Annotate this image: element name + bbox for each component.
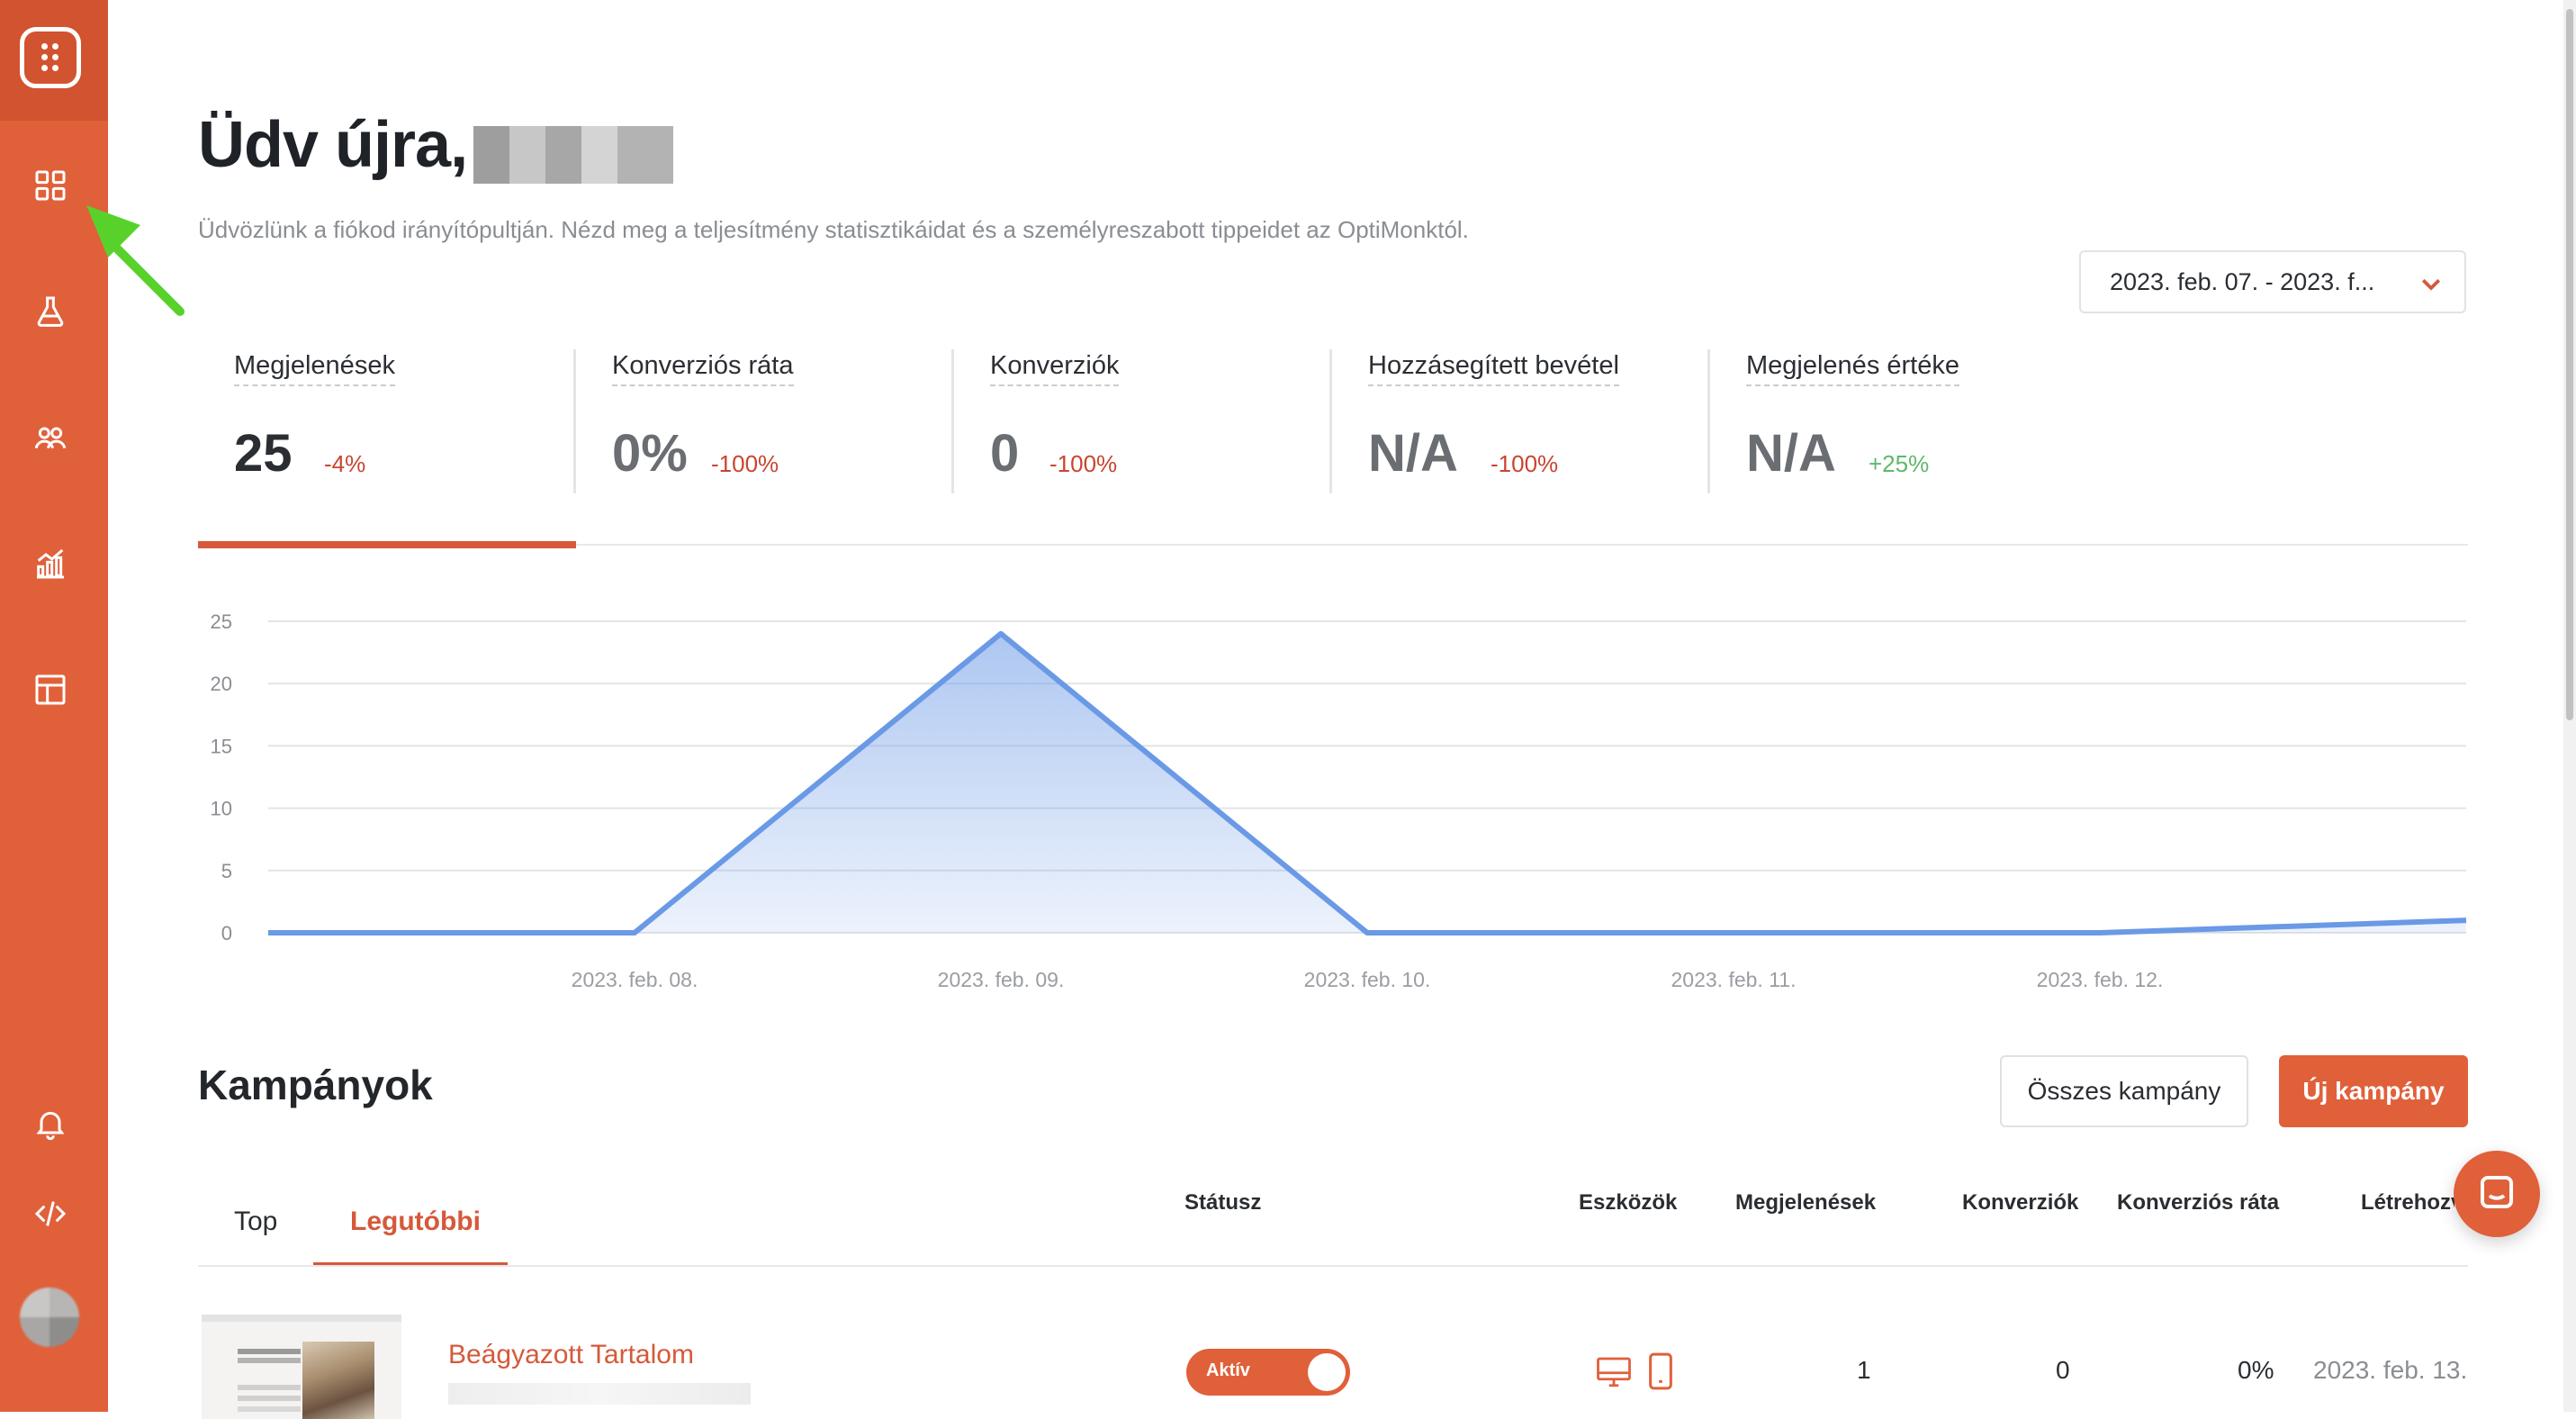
code-icon[interactable] [27,1190,74,1237]
stat-label: Megjelenések [234,351,395,386]
avatar[interactable] [20,1288,79,1347]
logo-area[interactable] [0,0,108,121]
chart-line [268,630,2467,935]
campaign-name-link[interactable]: Beágyazott Tartalom [448,1340,694,1370]
stat-value: N/A [1368,424,1458,483]
campaign-thumbnail[interactable] [202,1315,401,1419]
stat-delta: -100% [1049,450,1118,477]
chart-area [268,633,2466,933]
stat-conversions[interactable]: Konverziók 0 -100% [990,351,1120,495]
stat-delta: +25% [1869,450,1930,477]
column-conversion-rate[interactable]: Konverziós ráta [2117,1190,2279,1216]
stat-value: 0% [612,424,688,483]
device-icons [1595,1351,1676,1396]
y-tick-label: 5 [221,860,232,882]
date-range-value: 2023. feb. 07. - 2023. f... [2110,267,2375,295]
toggle-knob [1308,1353,1346,1391]
divider [573,349,576,493]
page-title: Üdv újra, [198,109,468,181]
column-devices[interactable]: Eszközök [1579,1190,1677,1216]
date-range-select[interactable]: 2023. feb. 07. - 2023. f... [2079,250,2466,313]
stat-label: Megjelenés értéke [1746,351,1959,386]
users-icon[interactable] [27,414,74,461]
column-impressions[interactable]: Megjelenések [1735,1190,1876,1216]
optimonk-logo [20,27,81,88]
blurred-username [473,126,673,184]
column-created[interactable]: Létrehozv [2361,1190,2454,1216]
page-scrollbar[interactable] [2563,0,2576,1412]
scrollbar-thumb[interactable] [2566,9,2573,720]
cell-conversions: 0 [2056,1356,2070,1384]
y-tick-label: 15 [211,735,232,757]
all-campaigns-button[interactable]: Összes kampány [2000,1055,2248,1127]
tab-top[interactable]: Top [234,1207,277,1237]
dashboard-icon[interactable] [27,162,74,209]
desktop-icon [1595,1351,1633,1396]
x-tick-label: 2023. feb. 11. [1671,968,1797,991]
y-tick-label: 10 [211,798,232,820]
stat-delta: -100% [711,450,779,477]
divider [1329,349,1332,493]
status-toggle[interactable]: Aktív [1186,1349,1350,1396]
y-tick-label: 20 [211,673,232,695]
page-subtitle: Üdvözlünk a fiókod irányítópultján. Nézd… [198,216,1469,243]
cell-conversion-rate: 0% [2238,1356,2274,1384]
impressions-chart: 0 5 10 15 20 25 2023. feb. 08. 2023. feb. 09. 2… [211,610,2467,991]
stat-value: N/A [1746,424,1836,483]
campaigns-title: Kampányok [198,1062,433,1108]
stat-value: 0 [990,424,1020,483]
x-tick-label: 2023. feb. 10. [1304,968,1431,991]
stats-tab-active-indicator [198,541,576,548]
annotation-arrow-icon [81,198,189,329]
analytics-icon[interactable] [27,540,74,587]
stat-impression-value[interactable]: Megjelenés értéke N/A +25% [1746,351,1959,495]
stat-conversion-rate[interactable]: Konverziós ráta 0% -100% [612,351,794,495]
stat-delta: -100% [1491,450,1559,477]
divider [951,349,954,493]
chat-icon [2475,1170,2518,1218]
new-campaign-button[interactable]: Új kampány [2279,1055,2468,1127]
layout-icon[interactable] [27,666,74,713]
stat-label: Konverziós ráta [612,351,794,386]
status-label: Aktív [1206,1360,1250,1380]
flask-icon[interactable] [27,288,74,335]
table-header-divider [198,1265,2468,1267]
y-tick-label: 25 [211,610,232,633]
mobile-icon [1645,1351,1676,1396]
bell-icon[interactable] [27,1100,74,1147]
chevron-down-icon [2418,270,2445,303]
stat-impressions[interactable]: Megjelenések 25 -4% [234,351,395,495]
column-status[interactable]: Státusz [1184,1190,1261,1216]
divider [1707,349,1710,493]
tab-recent[interactable]: Legutóbbi [350,1207,481,1237]
stat-value: 25 [234,424,293,483]
cell-impressions: 1 [1857,1356,1871,1384]
stat-label: Hozzásegített bevétel [1368,351,1619,386]
y-tick-label: 0 [221,922,232,944]
x-tick-label: 2023. feb. 12. [2037,968,2164,991]
stat-delta: -4% [324,450,366,477]
stat-label: Konverziók [990,351,1120,386]
x-tick-label: 2023. feb. 09. [938,968,1065,991]
stat-assisted-revenue[interactable]: Hozzásegített bevétel N/A -100% [1368,351,1619,495]
x-tick-label: 2023. feb. 08. [572,968,698,991]
column-conversions[interactable]: Konverziók [1962,1190,2078,1216]
cell-created-date: 2023. feb. 13. [2313,1356,2468,1384]
chat-button[interactable] [2454,1151,2540,1237]
campaign-domain-blurred [448,1383,751,1405]
